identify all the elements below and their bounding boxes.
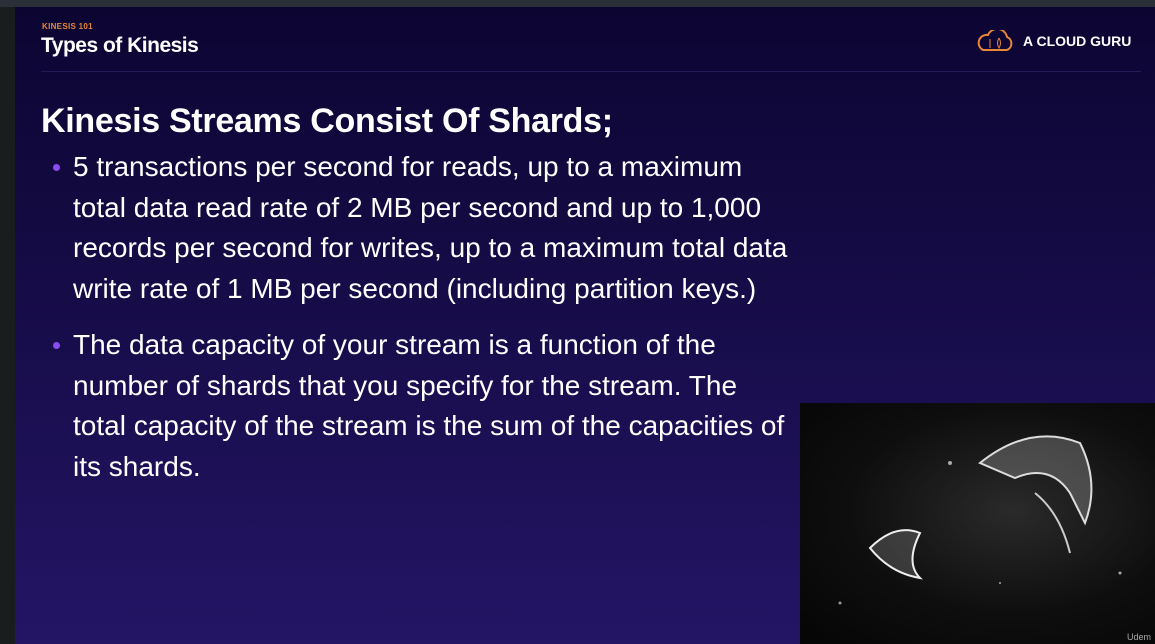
cloud-icon <box>977 30 1013 51</box>
bullet-text: 5 transactions per second for reads, up … <box>73 151 788 304</box>
bullet-icon <box>53 164 60 171</box>
slide-kicker: KINESIS 101 <box>42 22 93 31</box>
window-top-bar <box>0 0 1155 7</box>
logo-text: A CLOUD GURU <box>1023 33 1132 49</box>
bullet-item: The data capacity of your stream is a fu… <box>53 325 793 487</box>
watermark: Udem <box>1126 632 1151 642</box>
slide-title: Types of Kinesis <box>41 34 199 57</box>
bullet-list: 5 transactions per second for reads, up … <box>53 147 793 503</box>
divider <box>41 71 1141 72</box>
broken-glass-photo: Udem <box>800 403 1155 644</box>
brand-logo: A CLOUD GURU <box>975 30 1131 52</box>
bullet-item: 5 transactions per second for reads, up … <box>53 147 793 309</box>
bullet-text: The data capacity of your stream is a fu… <box>73 329 785 482</box>
broken-glass-illustration <box>838 435 1122 605</box>
slide: KINESIS 101 Types of Kinesis A CLOUD GUR… <box>15 7 1155 644</box>
content-heading: Kinesis Streams Consist Of Shards; <box>41 102 613 140</box>
bullet-icon <box>53 342 60 349</box>
left-strip <box>0 7 15 644</box>
